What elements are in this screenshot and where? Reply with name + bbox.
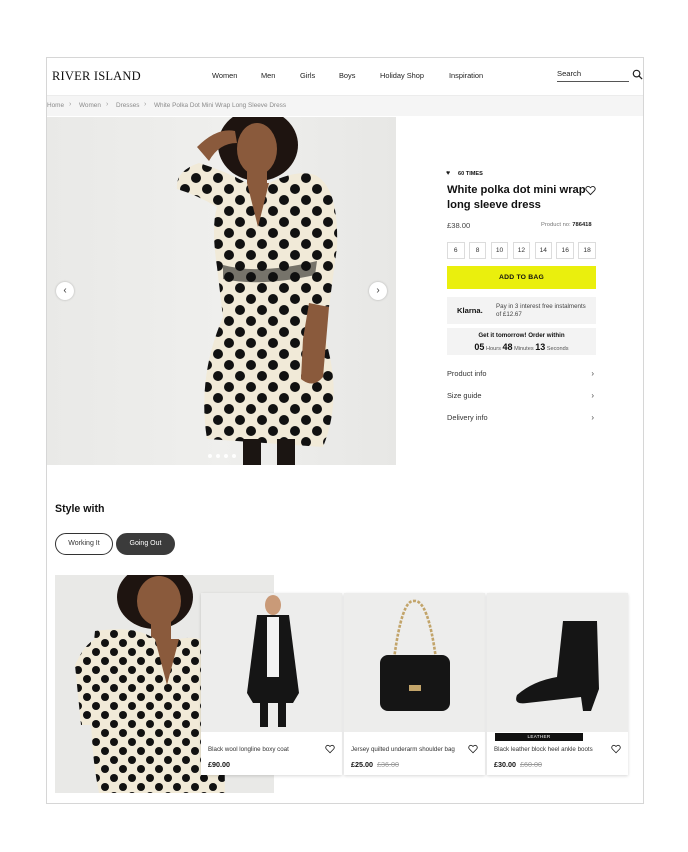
product-card-price-was: £60.00 — [519, 760, 542, 769]
accordion-size-guide[interactable]: Size guide › — [447, 391, 596, 405]
gallery-dot[interactable] — [224, 454, 228, 458]
product-number-label: Product no: — [541, 222, 571, 228]
product-card-price-now: £30.00 — [494, 760, 516, 769]
gallery-next-button[interactable]: › — [369, 282, 387, 300]
timer-seconds: 13 — [535, 342, 546, 352]
brand-logo[interactable]: RIVER ISLAND — [52, 69, 141, 84]
size-option[interactable]: 16 — [556, 242, 574, 259]
product-card[interactable]: Jersey quilted underarm shoulder bag £25… — [344, 593, 485, 775]
countdown-timer: 05 Hours 48 Minutes 13 Seconds — [447, 342, 596, 352]
size-option[interactable]: 8 — [468, 242, 487, 259]
product-card-image — [487, 593, 628, 732]
product-card-name: Jersey quilted underarm shoulder bag — [351, 746, 455, 753]
breadcrumb: Home › Women › Dresses › White Polka Dot… — [47, 96, 643, 116]
nav-inspiration[interactable]: Inspiration — [449, 71, 483, 80]
save-heart-icon[interactable] — [468, 744, 478, 754]
product-card-price: £30.00 £60.00 — [494, 760, 542, 769]
gallery-dot[interactable] — [208, 454, 212, 458]
save-heart-icon[interactable] — [585, 185, 596, 196]
timer-hours-label: Hours — [486, 346, 501, 352]
product-number-value: 786418 — [572, 222, 592, 228]
size-option[interactable]: 14 — [534, 242, 553, 259]
breadcrumb-chevron-icon: › — [144, 101, 147, 108]
product-price: £38.00 — [447, 221, 471, 230]
product-card-price-now: £90.00 — [208, 760, 230, 769]
gallery-prev-button[interactable]: ‹ — [56, 282, 74, 300]
size-selector: 6 8 10 12 14 16 18 — [447, 242, 596, 259]
product-gallery[interactable]: ‹ › — [47, 117, 396, 465]
product-card-badge: LEATHER — [495, 733, 583, 741]
size-option[interactable]: 18 — [578, 242, 596, 259]
product-card-name: Black leather block heel ankle boots — [494, 746, 593, 753]
nav-men[interactable]: Men — [261, 71, 275, 80]
timer-hours: 05 — [474, 342, 485, 352]
delivery-countdown: Get it tomorrow! Order within 05 Hours 4… — [447, 328, 596, 355]
nav-holiday-shop[interactable]: Holiday Shop — [380, 71, 424, 80]
nav-boys[interactable]: Boys — [339, 71, 355, 80]
product-photo — [176, 117, 338, 465]
product-card-image — [344, 593, 485, 732]
product-card[interactable]: LEATHER Black leather block heel ankle b… — [487, 593, 628, 775]
style-with-title: Style with — [55, 503, 105, 515]
accordion-delivery-info[interactable]: Delivery info › — [447, 413, 596, 427]
bag-photo — [380, 599, 450, 711]
coat-photo — [247, 595, 299, 727]
accordion-label: Size guide — [447, 391, 482, 400]
boot-photo — [516, 621, 599, 711]
site-header: RIVER ISLAND Women Men Girls Boys Holida… — [47, 58, 643, 96]
breadcrumb-home[interactable]: Home — [47, 102, 64, 109]
breadcrumb-chevron-icon: › — [106, 101, 109, 108]
wishlist-count: 60 TIMES — [458, 171, 483, 177]
chevron-right-icon: › — [591, 413, 594, 422]
breadcrumb-current: White Polka Dot Mini Wrap Long Sleeve Dr… — [154, 102, 287, 109]
tab-going-out[interactable]: Going Out — [116, 533, 175, 555]
product-card-price: £25.00 £36.00 — [351, 760, 399, 769]
nav-women[interactable]: Women — [212, 71, 237, 80]
delivery-countdown-title: Get it tomorrow! Order within — [478, 332, 565, 339]
save-heart-icon[interactable] — [325, 744, 335, 754]
wishlist-heart-icon: ♥ — [446, 170, 451, 177]
product-number: Product no: 786418 — [541, 222, 592, 228]
klarna-text: Pay in 3 interest free instalments of £1… — [496, 303, 586, 319]
timer-seconds-label: Seconds — [546, 346, 569, 352]
search-icon[interactable] — [632, 69, 643, 80]
size-option[interactable]: 10 — [490, 242, 509, 259]
accordion-product-info[interactable]: Product info › — [447, 369, 596, 383]
page-frame: RIVER ISLAND Women Men Girls Boys Holida… — [46, 57, 644, 804]
timer-minutes: 48 — [502, 342, 513, 352]
gallery-dots — [208, 454, 236, 458]
chevron-right-icon: › — [591, 369, 594, 378]
accordion-label: Product info — [447, 369, 487, 378]
product-title: White polka dot mini wrap long sleeve dr… — [447, 184, 586, 211]
chevron-right-icon: › — [591, 391, 594, 400]
product-card-image — [201, 593, 342, 732]
size-option[interactable]: 12 — [512, 242, 531, 259]
size-option[interactable]: 6 — [447, 242, 465, 259]
product-card-price-now: £25.00 — [351, 760, 373, 769]
save-heart-icon[interactable] — [611, 744, 621, 754]
product-card-price: £90.00 — [208, 760, 230, 769]
timer-minutes-label: Minutes — [514, 346, 534, 352]
breadcrumb-chevron-icon: › — [69, 101, 72, 108]
product-card-name: Black wool longline boxy coat — [208, 746, 289, 753]
nav-girls[interactable]: Girls — [300, 71, 315, 80]
klarna-logo: Klarna. — [457, 306, 483, 315]
accordion-label: Delivery info — [447, 413, 488, 422]
tab-working-it[interactable]: Working It — [55, 533, 113, 555]
product-card[interactable]: Black wool longline boxy coat £90.00 — [201, 593, 342, 775]
add-to-bag-button[interactable]: ADD TO BAG — [447, 266, 596, 289]
product-card-price-was: £36.00 — [376, 760, 399, 769]
breadcrumb-women[interactable]: Women — [79, 102, 101, 109]
search-input[interactable]: Search — [557, 69, 629, 82]
klarna-banner[interactable]: Klarna. Pay in 3 interest free instalmen… — [447, 297, 596, 324]
gallery-dot[interactable] — [232, 454, 236, 458]
breadcrumb-dresses[interactable]: Dresses — [116, 102, 139, 109]
gallery-dot[interactable] — [216, 454, 220, 458]
